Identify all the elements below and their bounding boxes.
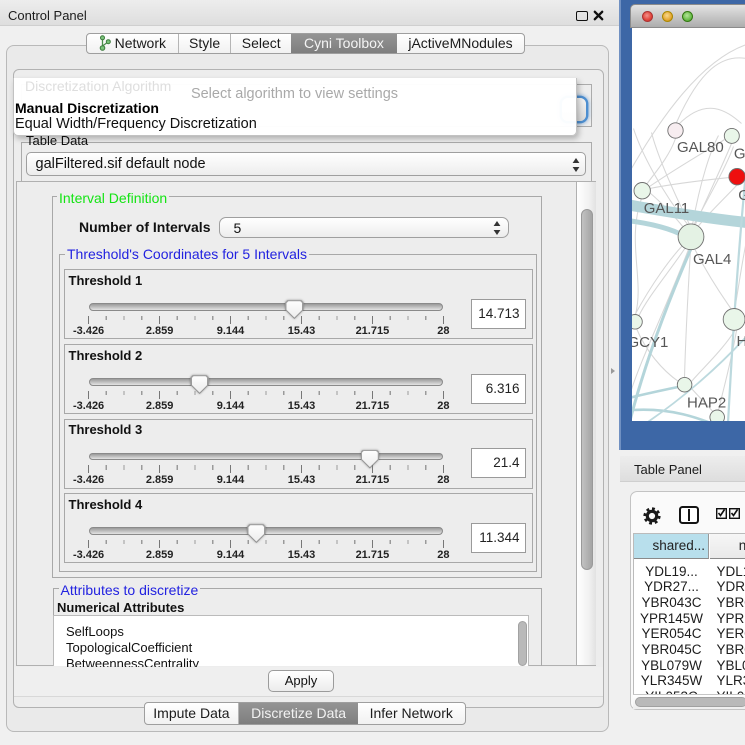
- svg-text:HAP2: HAP2: [687, 394, 726, 411]
- svg-text:HIS: HIS: [736, 333, 745, 350]
- svg-text:GA: GA: [733, 145, 745, 162]
- svg-text:GAL80: GAL80: [677, 139, 724, 156]
- svg-text:GA: GA: [738, 187, 745, 204]
- svg-text:GAL11: GAL11: [643, 200, 689, 217]
- svg-text:GCY1: GCY1: [632, 334, 668, 351]
- svg-text:GAL4: GAL4: [693, 250, 731, 267]
